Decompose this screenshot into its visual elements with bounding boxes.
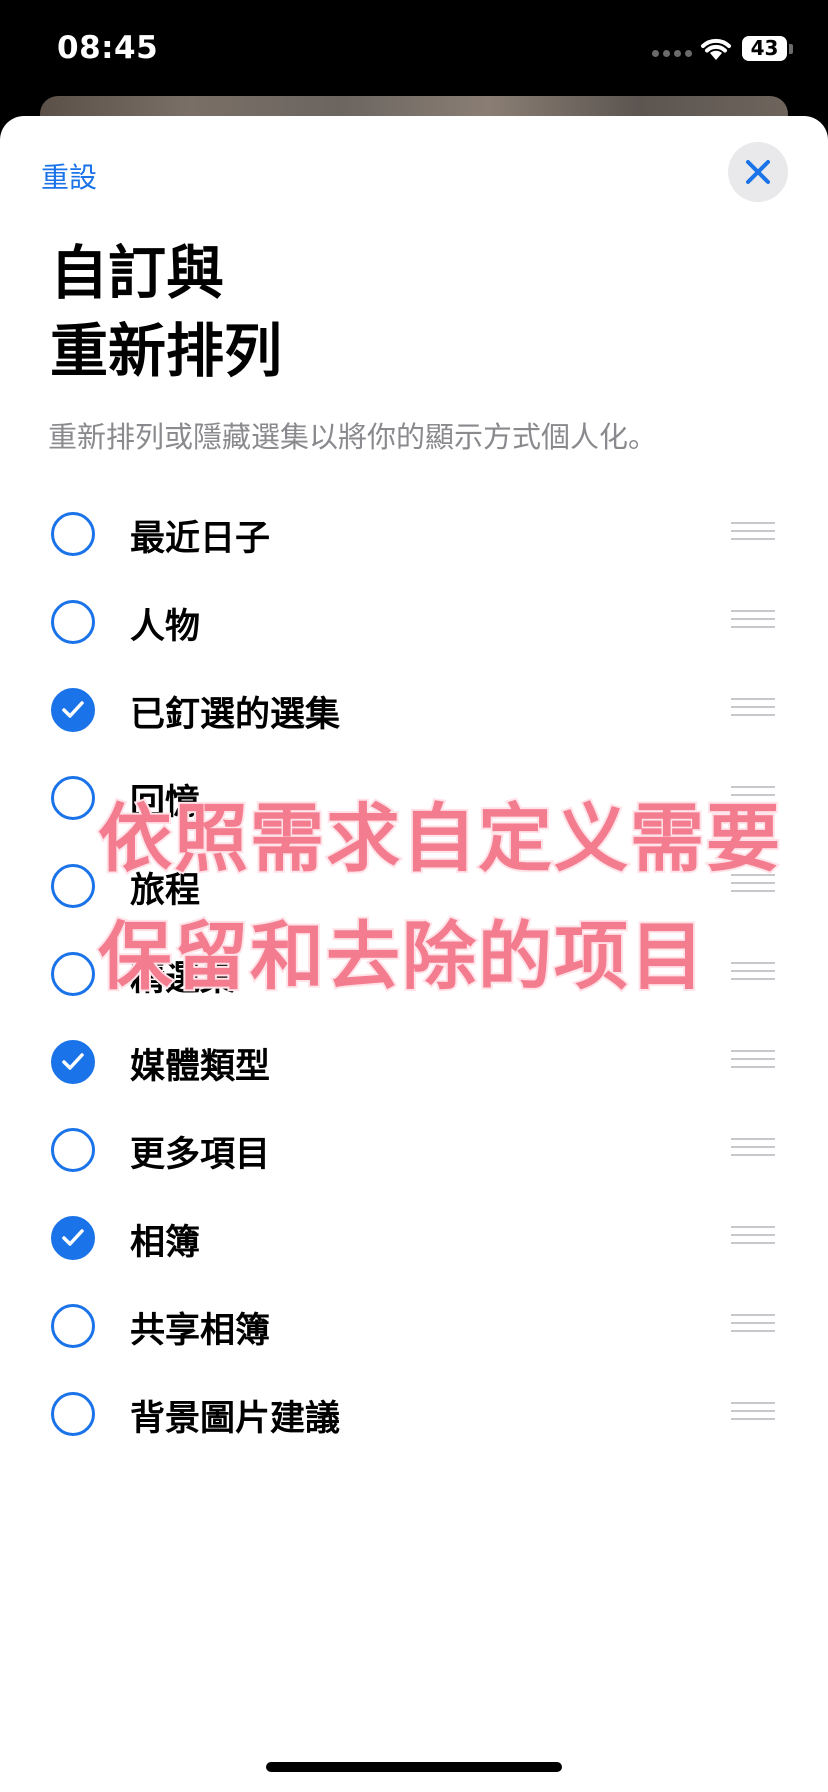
page-title-line2: 重新排列 xyxy=(50,317,283,385)
cellular-signal-icon xyxy=(652,50,692,57)
home-indicator[interactable] xyxy=(266,1762,562,1772)
status-bar: 08:45 43 xyxy=(0,0,828,100)
list-item[interactable]: 更多項目 xyxy=(0,1106,828,1194)
battery-indicator: 43 xyxy=(742,36,787,61)
checkmark-icon xyxy=(62,1229,84,1246)
checkbox[interactable] xyxy=(51,864,95,908)
item-label: 更多項目 xyxy=(130,1135,271,1175)
reset-button[interactable]: 重設 xyxy=(41,156,97,196)
list-item[interactable]: 已釘選的選集 xyxy=(0,666,828,754)
checkbox[interactable] xyxy=(51,1392,95,1436)
overlay-caption-line1: 依照需求自定义需要 xyxy=(96,794,782,884)
status-time: 08:45 xyxy=(57,30,159,66)
list-item[interactable]: 最近日子 xyxy=(0,490,828,578)
checkbox[interactable] xyxy=(51,1304,95,1348)
reorder-handle-icon[interactable] xyxy=(731,522,775,544)
reorder-handle-icon[interactable] xyxy=(731,698,775,720)
checkbox[interactable] xyxy=(51,688,95,732)
item-label: 相簿 xyxy=(130,1223,201,1263)
checkbox[interactable] xyxy=(51,952,95,996)
checkmark-icon xyxy=(62,1053,84,1070)
list-item[interactable]: 共享相簿 xyxy=(0,1282,828,1370)
overlay-caption: 依照需求自定义需要 保留和去除的项目 xyxy=(96,780,818,1016)
list-item[interactable]: 背景圖片建議 xyxy=(0,1370,828,1458)
page-title-line1: 自訂與 xyxy=(50,239,225,307)
close-button[interactable] xyxy=(728,142,788,202)
checkbox[interactable] xyxy=(51,1216,95,1260)
reorder-handle-icon[interactable] xyxy=(731,1050,775,1072)
checkbox[interactable] xyxy=(51,1128,95,1172)
page-subtitle: 重新排列或隱藏選集以將你的顯示方式個人化。 xyxy=(48,420,658,454)
item-label: 背景圖片建議 xyxy=(130,1399,341,1439)
checkbox[interactable] xyxy=(51,1040,95,1084)
reorder-handle-icon[interactable] xyxy=(731,1226,775,1248)
item-label: 已釘選的選集 xyxy=(130,695,341,735)
checkbox[interactable] xyxy=(51,512,95,556)
wifi-icon xyxy=(701,38,731,60)
item-label: 最近日子 xyxy=(130,519,271,559)
reorder-handle-icon[interactable] xyxy=(731,610,775,632)
list-item[interactable]: 人物 xyxy=(0,578,828,666)
close-icon xyxy=(746,160,770,184)
list-item[interactable]: 媒體類型 xyxy=(0,1018,828,1106)
list-item[interactable]: 相簿 xyxy=(0,1194,828,1282)
reorder-handle-icon[interactable] xyxy=(731,1314,775,1336)
battery-nub xyxy=(789,44,793,54)
reorder-handle-icon[interactable] xyxy=(731,1402,775,1424)
item-label: 媒體類型 xyxy=(130,1047,271,1087)
checkbox[interactable] xyxy=(51,600,95,644)
overlay-caption-line2: 保留和去除的项目 xyxy=(96,912,706,1002)
item-label: 人物 xyxy=(130,607,201,647)
item-label: 共享相簿 xyxy=(130,1311,271,1351)
reorder-handle-icon[interactable] xyxy=(731,1138,775,1160)
checkbox[interactable] xyxy=(51,776,95,820)
checkmark-icon xyxy=(62,701,84,718)
page-title: 自訂與 重新排列 xyxy=(50,234,550,390)
